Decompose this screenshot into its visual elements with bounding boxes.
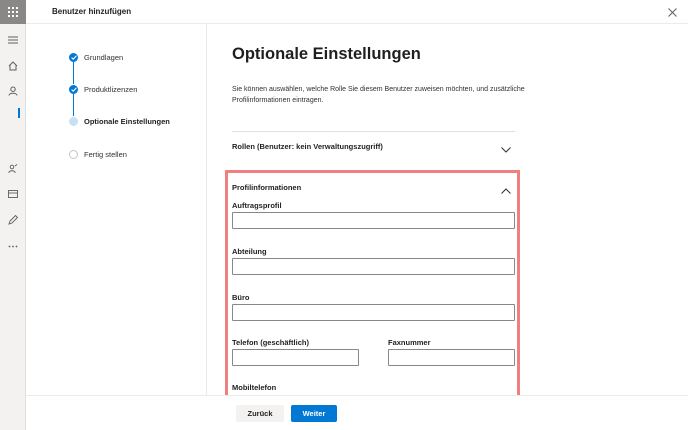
step-optionale-einstellungen[interactable]: Optionale Einstellungen	[69, 115, 170, 127]
billing-icon[interactable]	[0, 184, 26, 204]
step-connector	[73, 94, 74, 116]
step-grundlagen[interactable]: Grundlagen	[69, 51, 123, 63]
back-button[interactable]: Zurück	[236, 405, 284, 422]
edit-icon[interactable]	[0, 210, 26, 230]
rail-active-indicator	[18, 108, 20, 118]
groups-icon[interactable]	[0, 159, 26, 179]
close-icon[interactable]	[665, 5, 679, 19]
user-icon[interactable]	[0, 81, 26, 101]
step-label: Produktlizenzen	[84, 84, 138, 94]
step-label: Grundlagen	[84, 52, 124, 62]
next-button[interactable]: Weiter	[291, 405, 337, 422]
home-icon[interactable]	[0, 56, 26, 76]
office-label: Büro	[232, 293, 250, 302]
office-phone-label: Telefon (geschäftlich)	[232, 338, 309, 347]
page-description: Sie können auswählen, welche Rolle Sie d…	[232, 86, 525, 104]
more-icon[interactable]	[0, 236, 26, 256]
step-label: Optionale Einstellungen	[84, 116, 170, 126]
checkmark-icon	[69, 84, 78, 94]
step-connector	[73, 62, 74, 84]
current-step-icon	[69, 116, 78, 126]
pending-step-icon	[69, 149, 78, 159]
step-fertig-stellen[interactable]: Fertig stellen	[69, 148, 127, 160]
roles-expander[interactable]: Rollen (Benutzer: kein Verwaltungszugrif…	[232, 131, 515, 158]
department-input[interactable]	[232, 258, 515, 275]
panel-title: Benutzer hinzufügen	[52, 7, 132, 16]
page-title: Optionale Einstellungen	[232, 45, 421, 63]
profile-expander[interactable]: Profilinformationen	[232, 180, 515, 194]
office-input[interactable]	[232, 304, 515, 321]
app-rail	[0, 0, 26, 430]
job-title-label: Auftragsprofil	[232, 201, 282, 210]
wizard-steps: Grundlagen Produktlizenzen Optionale Ein…	[26, 24, 207, 395]
checkmark-icon	[69, 52, 78, 62]
panel-header: Benutzer hinzufügen	[26, 0, 688, 24]
panel-footer	[26, 395, 688, 430]
fax-label: Faxnummer	[388, 338, 431, 347]
menu-icon[interactable]	[0, 30, 26, 50]
fax-input[interactable]	[388, 349, 515, 366]
roles-label: Rollen (Benutzer: kein Verwaltungszugrif…	[232, 142, 383, 151]
job-title-input[interactable]	[232, 212, 515, 229]
mobile-label: Mobiltelefon	[232, 383, 277, 392]
step-label: Fertig stellen	[84, 149, 127, 159]
profile-label: Profilinformationen	[232, 183, 302, 192]
app-launcher-icon[interactable]	[0, 0, 26, 24]
department-label: Abteilung	[232, 247, 267, 256]
step-produktlizenzen[interactable]: Produktlizenzen	[69, 83, 137, 95]
office-phone-input[interactable]	[232, 349, 359, 366]
chevron-up-icon	[501, 181, 511, 194]
chevron-down-icon	[501, 140, 511, 153]
